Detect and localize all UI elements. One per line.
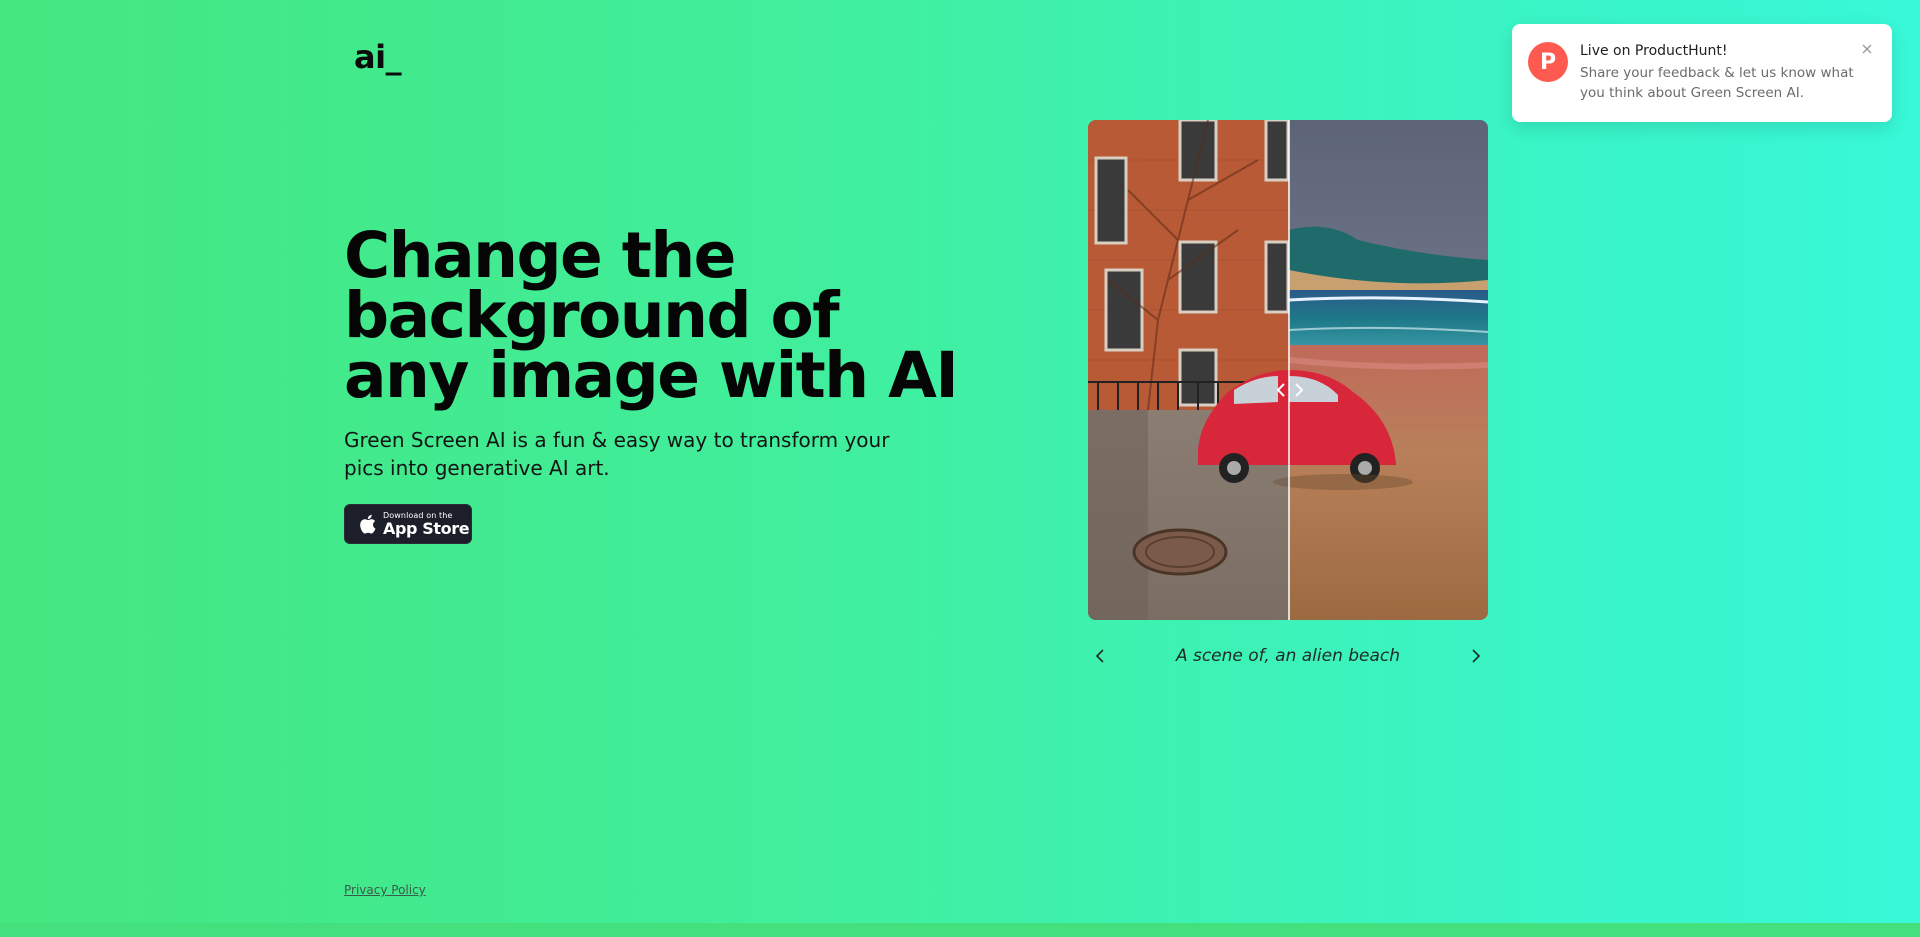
- privacy-policy-link[interactable]: Privacy Policy: [344, 883, 426, 897]
- chevron-right-icon[interactable]: [1464, 644, 1488, 668]
- bottom-strip: [0, 923, 1920, 937]
- carousel-caption: A scene of, an alien beach: [1175, 646, 1401, 666]
- toast-title: Live on ProductHunt!: [1580, 43, 1728, 59]
- app-store-button[interactable]: Download on the App Store: [344, 504, 472, 544]
- hero-subtitle: Green Screen AI is a fun & easy way to t…: [344, 428, 890, 480]
- apple-icon: [360, 514, 376, 534]
- hero-title: Change the background of any image with …: [344, 219, 959, 412]
- before-after-illustration: [1088, 120, 1488, 620]
- close-icon[interactable]: [1858, 40, 1876, 58]
- site-logo[interactable]: ai_: [354, 38, 402, 76]
- hero-section: Change the background of any image with …: [344, 219, 964, 482]
- toast-message: Share your feedback & let us know what y…: [1580, 65, 1854, 101]
- carousel-controls: A scene of, an alien beach: [1088, 640, 1488, 672]
- producthunt-logo-icon: P: [1528, 42, 1568, 82]
- producthunt-badge-letter: P: [1539, 49, 1557, 75]
- producthunt-toast[interactable]: P Live on ProductHunt! Share your feedba…: [1512, 24, 1892, 122]
- before-after-image[interactable]: [1088, 120, 1488, 620]
- app-store-big-label: App Store: [383, 518, 470, 538]
- compare-handle-icon[interactable]: [1274, 374, 1306, 406]
- chevron-left-icon[interactable]: [1088, 644, 1112, 668]
